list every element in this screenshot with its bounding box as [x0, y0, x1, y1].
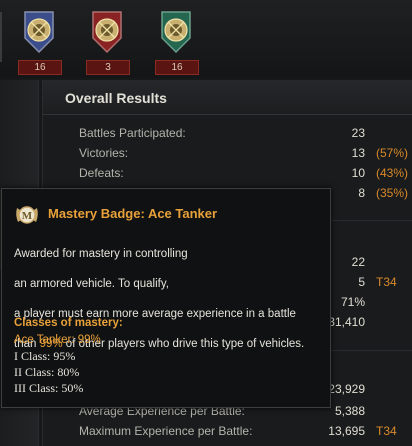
medal-count: 3: [86, 60, 130, 75]
stat-label: Victories:: [79, 146, 129, 160]
stat-value: 31,410: [328, 315, 365, 329]
class-line: I Class: 95%: [14, 349, 76, 363]
strip-divider: [0, 12, 2, 62]
stat-value: 23,929: [328, 382, 365, 396]
stat-tank: T34: [376, 275, 397, 289]
stat-percent: (35%): [376, 186, 409, 200]
mastery-badge-icon: M: [16, 206, 38, 224]
stat-value: 13,695: [328, 424, 365, 438]
ace-tanker-badge-icon: [24, 11, 54, 54]
stat-row: Maximum Experience per Battle: 13,695 T3…: [43, 422, 412, 440]
panel-header: Overall Results: [43, 80, 412, 115]
stat-value: 5,388: [334, 404, 365, 418]
stat-row: Victories: 13 (57%): [43, 144, 412, 162]
stat-percent: (57%): [376, 146, 409, 160]
medal-green[interactable]: 16: [151, 8, 201, 76]
stat-tank: T34: [376, 424, 397, 438]
medal-red[interactable]: 3: [82, 8, 132, 76]
stat-row: Battles Participated: 23: [43, 124, 412, 142]
medal-count: 16: [155, 60, 199, 75]
stat-value: 5: [358, 275, 365, 289]
stat-value: 13: [351, 146, 365, 160]
stat-value: 8: [358, 186, 365, 200]
medal-count: 16: [18, 60, 62, 75]
stat-row: Defeats: 10 (43%): [43, 164, 412, 182]
stat-label: Maximum Experience per Battle:: [79, 424, 253, 438]
class-line: II Class: 80%: [14, 365, 80, 379]
mastery-badge-tooltip: M Mastery Badge: Ace Tanker Awarded for …: [1, 188, 331, 408]
panel-title: Overall Results: [65, 90, 167, 106]
stat-value: 22: [351, 255, 365, 269]
stat-label: Battles Participated:: [79, 126, 186, 140]
class-current: Ace Tanker: 99%: [14, 334, 101, 346]
classes-title: Classes of mastery:: [14, 317, 123, 329]
stat-percent: (43%): [376, 166, 409, 180]
stat-value: 71%: [340, 295, 365, 309]
tooltip-title: Mastery Badge: Ace Tanker: [48, 206, 218, 221]
red-mastery-badge-icon: [92, 11, 122, 54]
stat-label: Defeats:: [79, 166, 124, 180]
medal-strip: 16 3 16: [0, 0, 412, 78]
stat-value: 23: [351, 126, 365, 140]
svg-text:M: M: [22, 210, 33, 222]
green-mastery-badge-icon: [161, 11, 191, 54]
class-line: III Class: 50%: [14, 381, 84, 395]
stat-value: 10: [351, 166, 365, 180]
medal-ace-tanker[interactable]: 16: [14, 8, 64, 76]
tooltip-desc-line: Awarded for mastery in controlling: [14, 248, 188, 260]
tooltip-desc-line: an armored vehicle. To qualify,: [14, 278, 169, 290]
